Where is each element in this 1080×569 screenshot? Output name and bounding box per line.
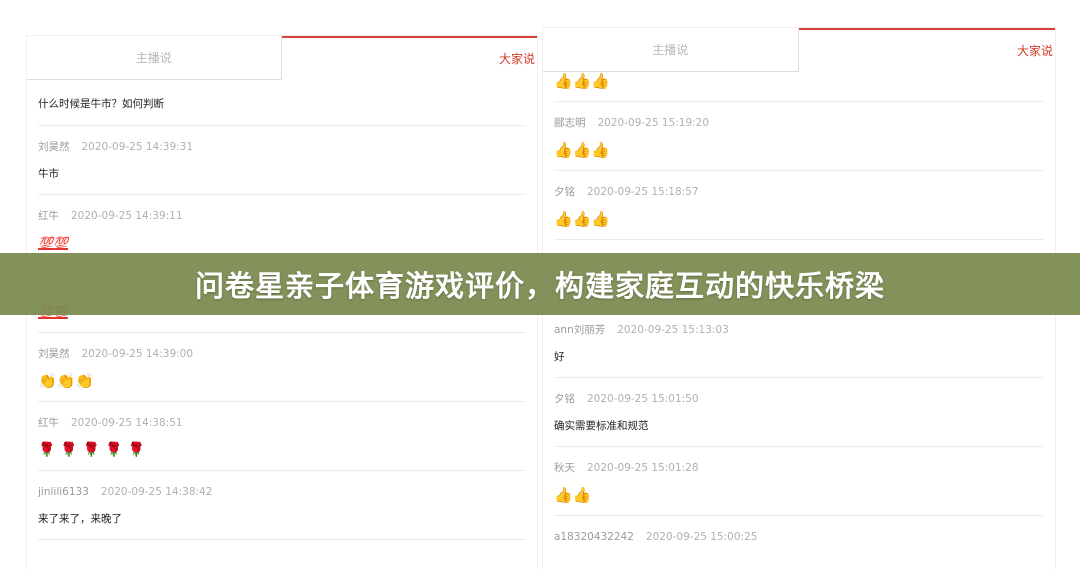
comment-time: 2020-09-25 15:13:03 — [617, 324, 729, 336]
comment-text: 牛市 — [38, 168, 59, 180]
tab-host-says[interactable]: 主播说 — [27, 36, 282, 80]
list-item: 👍👍👍 — [554, 72, 1044, 102]
comment-user: 刘昊然 — [38, 141, 70, 153]
comment-time: 2020-09-25 14:38:51 — [71, 417, 183, 429]
comment-user: 夕铭 — [554, 186, 575, 198]
comment-text: 💯💯 — [38, 236, 68, 250]
comment-user: 红牛 — [38, 417, 59, 429]
comment-time: 2020-09-25 14:39:11 — [71, 210, 183, 222]
list-item: ann刘丽芳 2020-09-25 15:13:03 好 — [554, 309, 1044, 378]
tab-bar: 主播说 大家说 — [543, 28, 1055, 72]
list-item: 刘昊然 2020-09-25 14:39:31 牛市 — [38, 126, 526, 195]
comment-user: 刘昊然 — [38, 348, 70, 360]
comment-text: 👍👍👍 — [554, 72, 611, 90]
tab-label: 大家说 — [498, 51, 535, 66]
tab-label: 大家说 — [1016, 43, 1053, 58]
list-item: jinlili6133 2020-09-25 14:38:42 来了来了，来晚了 — [38, 471, 526, 540]
tab-label: 主播说 — [135, 51, 172, 65]
comment-time: 2020-09-25 15:18:57 — [587, 186, 699, 198]
comment-user: 郦志明 — [554, 117, 586, 129]
comment-user: 秋天 — [554, 462, 575, 474]
list-item: a18320432242 2020-09-25 15:00:25 — [554, 516, 1044, 556]
tab-host-says[interactable]: 主播说 — [543, 28, 799, 72]
comment-user: 红牛 — [38, 210, 59, 222]
comment-time: 2020-09-25 14:39:00 — [81, 348, 194, 360]
comment-text: 👍👍 — [554, 486, 592, 504]
list-item: 刘昊然 2020-09-25 14:39:00 👏👏👏 — [38, 333, 526, 402]
comment-time: 2020-09-25 15:01:50 — [587, 393, 699, 405]
tab-label: 主播说 — [652, 43, 689, 57]
comment-time: 2020-09-25 14:39:31 — [81, 141, 194, 153]
comment-user: jinlili6133 — [38, 486, 89, 498]
tab-everyone-says[interactable]: 大家说 — [798, 28, 1055, 72]
comment-text: 好 — [554, 351, 565, 363]
comment-text: 👍👍👍 — [554, 141, 611, 159]
tab-everyone-says[interactable]: 大家说 — [281, 36, 537, 80]
comment-time: 2020-09-25 15:01:28 — [587, 462, 699, 474]
comment-time: 2020-09-25 15:00:25 — [645, 531, 758, 543]
list-item: 红牛 2020-09-25 14:38:51 🌹🌹🌹🌹🌹 — [38, 402, 526, 471]
question-text: 什么时候是牛市？如何判断 — [38, 80, 526, 126]
comment-time: 2020-09-25 14:38:42 — [100, 486, 213, 498]
page-title: 问卷星亲子体育游戏评价，构建家庭互动的快乐桥梁 — [194, 269, 885, 303]
list-item: 夕铭 2020-09-25 15:18:57 👍👍👍 — [554, 171, 1044, 240]
title-banner: 问卷星亲子体育游戏评价，构建家庭互动的快乐桥梁 — [0, 253, 1080, 315]
comment-user: 夕铭 — [554, 393, 575, 405]
comment-text: 🌹🌹🌹🌹🌹 — [38, 442, 151, 458]
comment-text: 👍👍👍 — [554, 210, 611, 228]
comment-time: 2020-09-25 15:19:20 — [597, 117, 710, 129]
list-item: 夕铭 2020-09-25 15:01:50 确实需要标准和规范 — [554, 378, 1044, 447]
tab-bar: 主播说 大家说 — [27, 36, 537, 80]
comment-user: a18320432242 — [554, 531, 634, 543]
comment-user: ann刘丽芳 — [554, 324, 606, 336]
list-item: 秋天 2020-09-25 15:01:28 👍👍 — [554, 447, 1044, 516]
comment-text: 👏👏👏 — [38, 372, 95, 390]
comment-text: 来了来了，来晚了 — [38, 513, 122, 525]
comment-text: 确实需要标准和规范 — [554, 420, 649, 432]
list-item: 郦志明 2020-09-25 15:19:20 👍👍👍 — [554, 102, 1044, 171]
